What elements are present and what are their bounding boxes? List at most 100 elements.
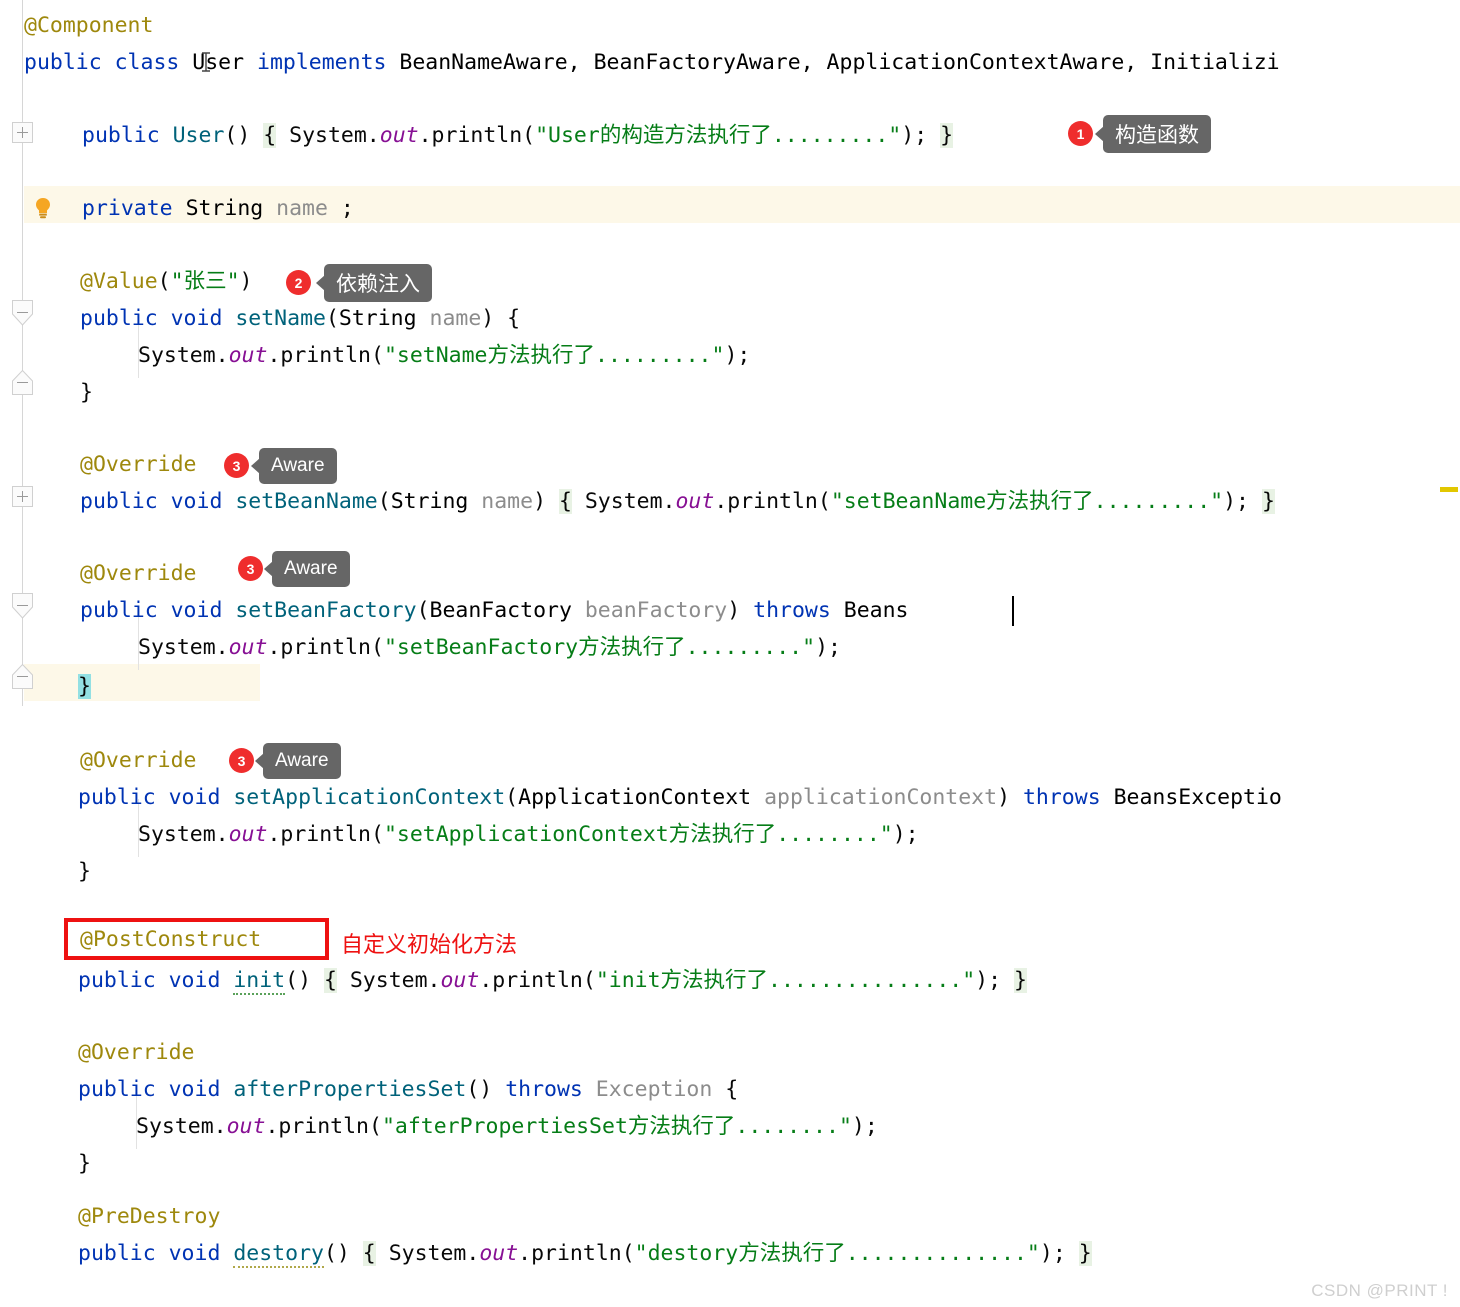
code-token: User — [172, 123, 225, 148]
code-token: destory — [233, 1241, 324, 1268]
code-token: throws — [753, 598, 844, 623]
code-token: applicationContext — [764, 785, 998, 810]
code-token: Beans — [843, 598, 909, 623]
code-token: private — [82, 196, 186, 221]
code-line[interactable]: } — [0, 1146, 1460, 1183]
code-line-text: @Override — [78, 1035, 195, 1072]
code-line[interactable]: } — [0, 669, 1460, 706]
code-token: ( — [505, 785, 519, 810]
code-token: () — [323, 1241, 363, 1266]
code-editor[interactable]: @Component public class User implements B… — [0, 0, 1460, 1307]
code-token: afterPropertiesSet — [233, 1077, 467, 1102]
code-token: throws — [505, 1077, 596, 1102]
code-line[interactable]: public class User implements BeanNameAwa… — [0, 45, 1460, 82]
code-line-text: public void destory() { System.out.print… — [78, 1236, 1092, 1273]
code-line-text: public void init() { System.out.println(… — [78, 963, 1027, 1000]
code-token: void — [168, 785, 234, 810]
code-token: void — [170, 598, 236, 623]
ibeam-icon — [202, 52, 210, 72]
code-token: ApplicationContext — [518, 785, 765, 810]
code-text[interactable]: @Component public class User implements B… — [0, 0, 1460, 1307]
code-token: Exception — [595, 1077, 726, 1102]
code-line-text: System.out.println("setApplicationContex… — [138, 817, 919, 854]
code-token: ); — [901, 123, 941, 148]
code-token: .println( — [267, 822, 384, 847]
code-token: System. — [136, 1114, 227, 1139]
code-token: beanFactory — [584, 598, 728, 623]
code-token: out — [675, 489, 715, 514]
code-token: out — [226, 1114, 266, 1139]
code-token: ( — [325, 306, 339, 331]
code-token: out — [479, 1241, 519, 1266]
code-token: ); — [724, 343, 751, 368]
code-line[interactable]: public void setBeanFactory(BeanFactory b… — [0, 593, 1460, 630]
code-token: System. — [276, 123, 380, 148]
code-token: "init方法执行了..............." — [595, 968, 976, 993]
code-token: System. — [375, 1241, 480, 1266]
code-line[interactable]: @Override — [0, 447, 1460, 484]
code-token: out — [440, 968, 480, 993]
code-line-text: System.out.println("afterPropertiesSet方法… — [136, 1109, 878, 1146]
code-token: public — [80, 306, 171, 331]
code-token: void — [168, 1241, 234, 1266]
code-token: @Override — [80, 561, 197, 586]
code-token: implements — [257, 50, 400, 75]
code-token: public — [80, 598, 171, 623]
code-line[interactable]: System.out.println("afterPropertiesSet方法… — [0, 1109, 1460, 1146]
code-token: System. — [138, 822, 229, 847]
code-token: .println( — [267, 343, 384, 368]
code-token: } — [78, 1151, 91, 1176]
code-line[interactable]: public void setName(String name) { — [0, 301, 1460, 338]
code-line[interactable]: public void afterPropertiesSet() throws … — [0, 1072, 1460, 1109]
code-line[interactable]: @Component — [0, 8, 1460, 45]
code-token: .println( — [418, 123, 536, 148]
code-token: @Override — [80, 452, 197, 477]
code-line[interactable]: System.out.println("setApplicationContex… — [0, 817, 1460, 854]
code-token: "setBeanName方法执行了........." — [830, 489, 1224, 514]
code-token: String — [390, 489, 482, 514]
code-line[interactable]: @PreDestroy — [0, 1199, 1460, 1236]
code-token: @Value — [80, 269, 158, 294]
annotation-number-badge: 2 — [286, 270, 311, 295]
code-token: ( — [377, 489, 391, 514]
code-token: setApplicationContext — [233, 785, 506, 810]
annotation-number-badge: 3 — [229, 748, 254, 773]
code-token: "User的构造方法执行了........." — [535, 123, 902, 148]
code-token: } — [1078, 1241, 1092, 1266]
code-line[interactable]: } — [0, 854, 1460, 891]
code-line[interactable]: public void setApplicationContext(Applic… — [0, 780, 1460, 817]
code-line-text: @Override — [80, 556, 197, 593]
code-token: ); — [892, 822, 919, 847]
code-token: void — [170, 489, 236, 514]
code-token: "destory方法执行了.............." — [634, 1241, 1040, 1266]
code-token: { — [263, 123, 277, 148]
code-line[interactable]: public void destory() { System.out.print… — [0, 1236, 1460, 1273]
code-line[interactable]: public void setBeanName(String name) { S… — [0, 484, 1460, 521]
code-line[interactable]: @Value("张三") — [0, 264, 1460, 301]
annotation-callout-label: Aware — [255, 743, 341, 779]
code-line[interactable]: } — [0, 375, 1460, 412]
scrollbar-warning-stripe[interactable] — [1440, 487, 1458, 492]
annotation-number-badge: 1 — [1068, 121, 1093, 146]
code-line[interactable]: System.out.println("setBeanFactory方法执行了.… — [0, 630, 1460, 667]
code-token: setName — [235, 306, 326, 331]
code-line[interactable]: public User() { System.out.println("User… — [0, 118, 1460, 155]
code-token: ) — [533, 489, 559, 514]
code-token: name — [481, 489, 534, 514]
code-token: throws — [1022, 785, 1114, 810]
code-token: BeanNameAware, BeanFactoryAware, Applica… — [399, 50, 1280, 75]
code-token: ( — [416, 598, 430, 623]
code-line[interactable]: private String name ; — [0, 191, 1460, 228]
code-token: "setName方法执行了........." — [383, 343, 725, 368]
text-caret — [1012, 596, 1014, 626]
code-line[interactable]: System.out.println("setName方法执行了........… — [0, 338, 1460, 375]
code-token: void — [168, 968, 234, 993]
code-token: } — [78, 859, 91, 884]
code-token: } — [80, 380, 93, 405]
code-line[interactable]: @Override — [0, 556, 1460, 593]
code-token: System. — [571, 489, 676, 514]
code-line[interactable]: @Override — [0, 1035, 1460, 1072]
code-line[interactable]: public void init() { System.out.println(… — [0, 963, 1460, 1000]
code-token: out — [228, 343, 268, 368]
code-line[interactable]: @Override — [0, 743, 1460, 780]
